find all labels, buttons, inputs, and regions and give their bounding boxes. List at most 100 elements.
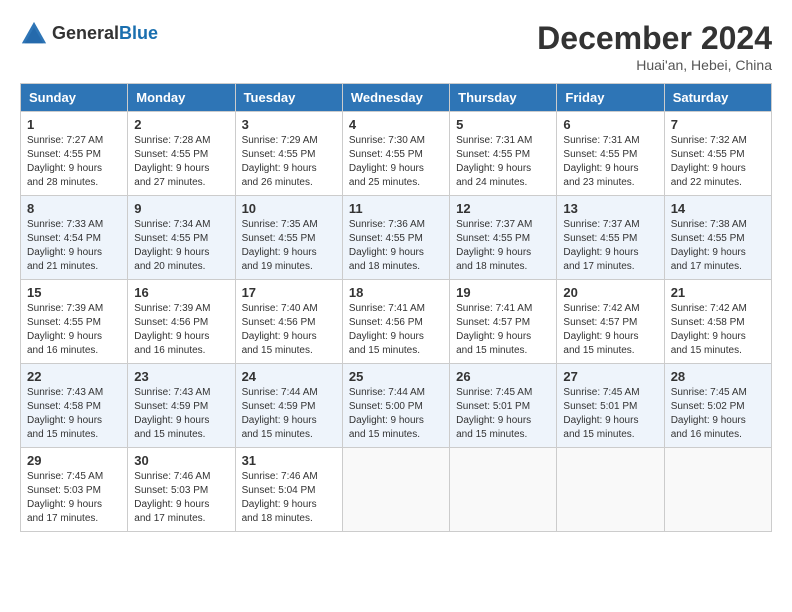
table-row: 8Sunrise: 7:33 AMSunset: 4:54 PMDaylight… (21, 196, 128, 280)
table-row (557, 448, 664, 532)
day-info: Sunrise: 7:44 AMSunset: 5:00 PMDaylight:… (349, 387, 425, 440)
table-row: 4 Sunrise: 7:30 AMSunset: 4:55 PMDaylight… (342, 112, 449, 196)
day-number: 5 (456, 117, 550, 132)
calendar-table: Sunday Monday Tuesday Wednesday Thursday… (20, 83, 772, 532)
table-row: 7 Sunrise: 7:32 AMSunset: 4:55 PMDaylight… (664, 112, 771, 196)
day-info: Sunrise: 7:43 AMSunset: 4:59 PMDaylight:… (134, 387, 210, 440)
calendar-header-row: Sunday Monday Tuesday Wednesday Thursday… (21, 84, 772, 112)
table-row: 28 Sunrise: 7:45 AMSunset: 5:02 PMDayligh… (664, 364, 771, 448)
day-number: 4 (349, 117, 443, 132)
day-number: 7 (671, 117, 765, 132)
day-info: Sunrise: 7:37 AMSunset: 4:55 PMDaylight:… (563, 219, 639, 272)
col-thursday: Thursday (450, 84, 557, 112)
col-wednesday: Wednesday (342, 84, 449, 112)
table-row: 1Sunrise: 7:27 AMSunset: 4:55 PMDaylight… (21, 112, 128, 196)
col-tuesday: Tuesday (235, 84, 342, 112)
logo-icon (20, 20, 48, 48)
day-number: 28 (671, 369, 765, 384)
day-info: Sunrise: 7:43 AMSunset: 4:58 PMDaylight:… (27, 387, 103, 440)
day-number: 21 (671, 285, 765, 300)
table-row: 30 Sunrise: 7:46 AMSunset: 5:03 PMDayligh… (128, 448, 235, 532)
table-row: 26 Sunrise: 7:45 AMSunset: 5:01 PMDayligh… (450, 364, 557, 448)
day-info: Sunrise: 7:40 AMSunset: 4:56 PMDaylight:… (242, 303, 318, 356)
table-row: 23 Sunrise: 7:43 AMSunset: 4:59 PMDayligh… (128, 364, 235, 448)
table-row: 3 Sunrise: 7:29 AMSunset: 4:55 PMDaylight… (235, 112, 342, 196)
day-number: 9 (134, 201, 228, 216)
day-info: Sunrise: 7:32 AMSunset: 4:55 PMDaylight:… (671, 135, 747, 188)
table-row: 9 Sunrise: 7:34 AMSunset: 4:55 PMDaylight… (128, 196, 235, 280)
table-row: 20 Sunrise: 7:42 AMSunset: 4:57 PMDayligh… (557, 280, 664, 364)
day-info: Sunrise: 7:45 AMSunset: 5:01 PMDaylight:… (456, 387, 532, 440)
day-info: Sunrise: 7:39 AMSunset: 4:56 PMDaylight:… (134, 303, 210, 356)
col-saturday: Saturday (664, 84, 771, 112)
day-info: Sunrise: 7:33 AMSunset: 4:54 PMDaylight:… (27, 219, 103, 272)
table-row (450, 448, 557, 532)
table-row: 12 Sunrise: 7:37 AMSunset: 4:55 PMDayligh… (450, 196, 557, 280)
day-number: 30 (134, 453, 228, 468)
table-row: 2Sunrise: 7:28 AMSunset: 4:55 PMDaylight… (128, 112, 235, 196)
day-number: 6 (563, 117, 657, 132)
day-number: 10 (242, 201, 336, 216)
table-row: 29 Sunrise: 7:45 AMSunset: 5:03 PMDayligh… (21, 448, 128, 532)
col-sunday: Sunday (21, 84, 128, 112)
day-number: 15 (27, 285, 121, 300)
day-info: Sunrise: 7:46 AMSunset: 5:03 PMDaylight:… (134, 471, 210, 524)
day-info: Sunrise: 7:44 AMSunset: 4:59 PMDaylight:… (242, 387, 318, 440)
col-monday: Monday (128, 84, 235, 112)
day-number: 2 (134, 117, 228, 132)
title-block: December 2024 Huai'an, Hebei, China (537, 20, 772, 73)
day-info: Sunrise: 7:37 AMSunset: 4:55 PMDaylight:… (456, 219, 532, 272)
day-number: 29 (27, 453, 121, 468)
day-number: 26 (456, 369, 550, 384)
day-info: Sunrise: 7:39 AMSunset: 4:55 PMDaylight:… (27, 303, 103, 356)
day-info: Sunrise: 7:45 AMSunset: 5:01 PMDaylight:… (563, 387, 639, 440)
page-header: GeneralBlue December 2024 Huai'an, Hebei… (20, 20, 772, 73)
day-number: 31 (242, 453, 336, 468)
logo-text-blue: Blue (119, 23, 158, 43)
table-row: 31 Sunrise: 7:46 AMSunset: 5:04 PMDayligh… (235, 448, 342, 532)
table-row: 24 Sunrise: 7:44 AMSunset: 4:59 PMDayligh… (235, 364, 342, 448)
table-row: 25Sunrise: 7:44 AMSunset: 5:00 PMDayligh… (342, 364, 449, 448)
day-number: 1 (27, 117, 121, 132)
logo: GeneralBlue (20, 20, 158, 48)
table-row: 17Sunrise: 7:40 AMSunset: 4:56 PMDayligh… (235, 280, 342, 364)
day-info: Sunrise: 7:42 AMSunset: 4:58 PMDaylight:… (671, 303, 747, 356)
day-info: Sunrise: 7:41 AMSunset: 4:56 PMDaylight:… (349, 303, 425, 356)
day-info: Sunrise: 7:35 AMSunset: 4:55 PMDaylight:… (242, 219, 318, 272)
day-info: Sunrise: 7:31 AMSunset: 4:55 PMDaylight:… (563, 135, 639, 188)
day-info: Sunrise: 7:41 AMSunset: 4:57 PMDaylight:… (456, 303, 532, 356)
logo-text-general: General (52, 23, 119, 43)
day-info: Sunrise: 7:45 AMSunset: 5:03 PMDaylight:… (27, 471, 103, 524)
table-row (342, 448, 449, 532)
day-info: Sunrise: 7:46 AMSunset: 5:04 PMDaylight:… (242, 471, 318, 524)
day-info: Sunrise: 7:30 AMSunset: 4:55 PMDaylight:… (349, 135, 425, 188)
day-number: 23 (134, 369, 228, 384)
day-number: 3 (242, 117, 336, 132)
day-number: 12 (456, 201, 550, 216)
day-number: 24 (242, 369, 336, 384)
day-info: Sunrise: 7:42 AMSunset: 4:57 PMDaylight:… (563, 303, 639, 356)
day-info: Sunrise: 7:34 AMSunset: 4:55 PMDaylight:… (134, 219, 210, 272)
day-number: 22 (27, 369, 121, 384)
day-number: 19 (456, 285, 550, 300)
table-row: 19 Sunrise: 7:41 AMSunset: 4:57 PMDayligh… (450, 280, 557, 364)
day-number: 27 (563, 369, 657, 384)
day-number: 14 (671, 201, 765, 216)
day-info: Sunrise: 7:29 AMSunset: 4:55 PMDaylight:… (242, 135, 318, 188)
month-year: December 2024 (537, 20, 772, 57)
location: Huai'an, Hebei, China (537, 57, 772, 73)
table-row: 16Sunrise: 7:39 AMSunset: 4:56 PMDayligh… (128, 280, 235, 364)
col-friday: Friday (557, 84, 664, 112)
day-info: Sunrise: 7:31 AMSunset: 4:55 PMDaylight:… (456, 135, 532, 188)
table-row: 27 Sunrise: 7:45 AMSunset: 5:01 PMDayligh… (557, 364, 664, 448)
table-row: 22 Sunrise: 7:43 AMSunset: 4:58 PMDayligh… (21, 364, 128, 448)
day-number: 13 (563, 201, 657, 216)
day-info: Sunrise: 7:38 AMSunset: 4:55 PMDaylight:… (671, 219, 747, 272)
day-info: Sunrise: 7:45 AMSunset: 5:02 PMDaylight:… (671, 387, 747, 440)
table-row (664, 448, 771, 532)
table-row: 15 Sunrise: 7:39 AMSunset: 4:55 PMDayligh… (21, 280, 128, 364)
day-number: 11 (349, 201, 443, 216)
table-row: 13 Sunrise: 7:37 AMSunset: 4:55 PMDayligh… (557, 196, 664, 280)
table-row: 14 Sunrise: 7:38 AMSunset: 4:55 PMDayligh… (664, 196, 771, 280)
day-number: 20 (563, 285, 657, 300)
